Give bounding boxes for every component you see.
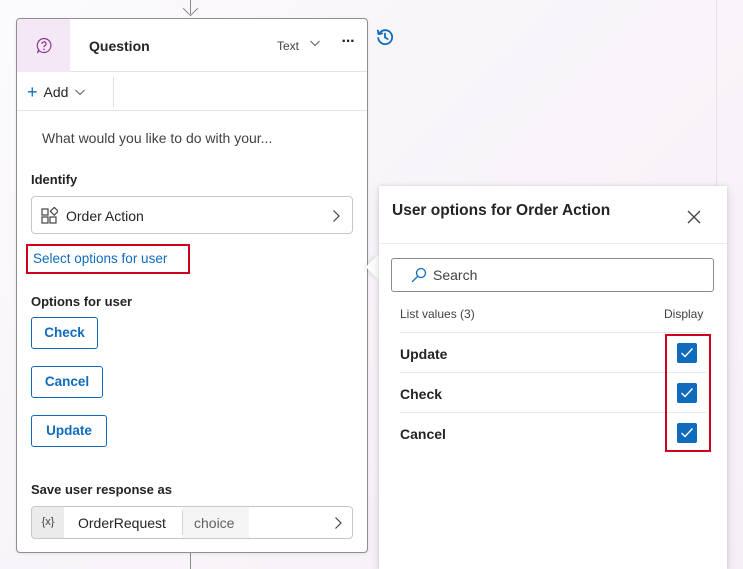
list-item: Cancel (400, 412, 706, 452)
add-button[interactable]: + Add (27, 82, 86, 102)
chevron-down-icon (75, 89, 86, 96)
search-placeholder: Search (433, 267, 478, 283)
identify-entity-select[interactable]: Order Action (31, 196, 353, 234)
card-header: Question Text ··· (17, 19, 367, 72)
list-item-label: Cancel (400, 426, 446, 442)
checkbox-highlight-box (665, 334, 711, 452)
display-header: Display (664, 307, 704, 321)
options-for-user-label: Options for user (31, 294, 133, 309)
connector-line-bottom (190, 553, 191, 569)
canvas-divider (716, 0, 717, 186)
search-icon (411, 267, 427, 283)
toolbar-divider (113, 77, 114, 107)
question-node-card[interactable]: Question Text ··· + Add What would you l… (16, 18, 368, 553)
option-cancel-button[interactable]: Cancel (31, 366, 103, 398)
chevron-right-icon (335, 517, 342, 529)
close-icon[interactable] (687, 210, 701, 224)
panel-divider (379, 243, 727, 244)
plus-icon: + (27, 82, 38, 102)
identify-label: Identify (31, 172, 78, 187)
card-title: Question (89, 38, 150, 54)
question-icon (36, 37, 51, 53)
chevron-down-icon[interactable] (309, 37, 321, 49)
add-label: Add (43, 84, 69, 100)
entity-icon (41, 207, 58, 224)
search-input[interactable]: Search (391, 258, 714, 292)
question-prompt[interactable]: What would you like to do with your... (42, 130, 272, 146)
variable-icon: {x} (32, 507, 64, 538)
option-update-button[interactable]: Update (31, 415, 107, 447)
entity-name: Order Action (66, 208, 144, 224)
type-select-label[interactable]: Text (277, 39, 299, 53)
user-options-panel: User options for Order Action Search Lis… (379, 186, 727, 569)
list-item-label: Update (400, 346, 448, 362)
panel-title: User options for Order Action (392, 202, 611, 219)
list-item: Check (400, 372, 706, 412)
chevron-right-icon (333, 210, 340, 222)
connector-arrow (182, 0, 199, 17)
variable-type: choice (194, 515, 235, 531)
question-icon-container (17, 19, 70, 72)
save-response-label: Save user response as (31, 482, 172, 497)
option-check-button[interactable]: Check (31, 317, 98, 349)
variable-name: OrderRequest (78, 515, 166, 531)
add-toolbar: + Add (17, 73, 367, 111)
select-options-link[interactable]: Select options for user (26, 244, 190, 274)
history-icon[interactable] (375, 27, 395, 47)
list-values-header: List values (3) (400, 307, 475, 321)
list-item-label: Check (400, 386, 443, 402)
more-options-button[interactable]: ··· (337, 33, 359, 55)
list-item: Update (400, 332, 706, 372)
save-variable-field[interactable]: {x} OrderRequest choice (31, 506, 353, 539)
